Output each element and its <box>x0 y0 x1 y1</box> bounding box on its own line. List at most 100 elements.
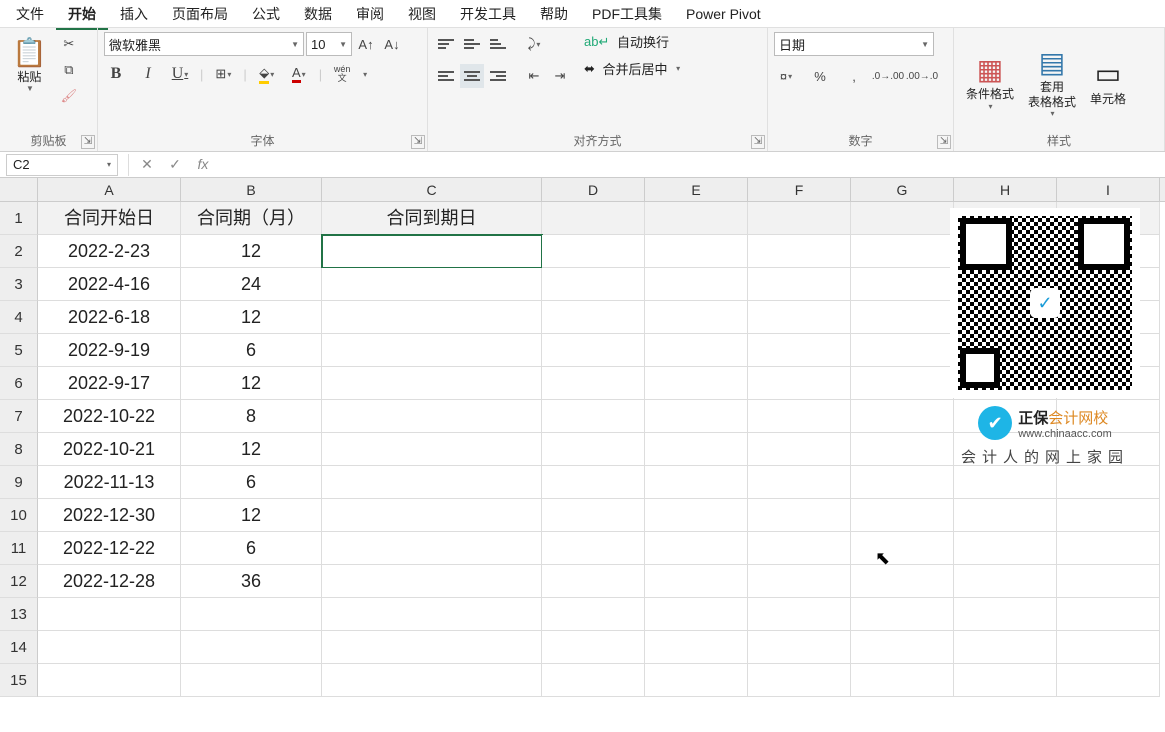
tab-pdf[interactable]: PDF工具集 <box>580 0 674 28</box>
cell[interactable] <box>645 664 748 697</box>
cell[interactable] <box>954 499 1057 532</box>
cell[interactable] <box>645 400 748 433</box>
cell[interactable] <box>645 598 748 631</box>
table-style-button[interactable]: ▤ 套用 表格格式 ▾ <box>1022 42 1082 120</box>
row-header[interactable]: 3 <box>0 268 38 301</box>
cell[interactable] <box>322 664 542 697</box>
row-header[interactable]: 10 <box>0 499 38 532</box>
cell[interactable] <box>322 565 542 598</box>
row-header[interactable]: 5 <box>0 334 38 367</box>
cell[interactable] <box>322 466 542 499</box>
tab-layout[interactable]: 页面布局 <box>160 0 240 28</box>
cell[interactable]: 2022-12-22 <box>38 532 181 565</box>
cell[interactable] <box>851 268 954 301</box>
cell[interactable] <box>181 598 322 631</box>
cell[interactable] <box>1057 202 1160 235</box>
increase-indent-button[interactable]: ⇥ <box>548 64 572 88</box>
cell[interactable] <box>748 202 851 235</box>
cell[interactable]: 12 <box>181 433 322 466</box>
cell[interactable] <box>954 532 1057 565</box>
bold-button[interactable]: B <box>104 62 128 86</box>
tab-formula[interactable]: 公式 <box>240 0 292 28</box>
cell[interactable] <box>542 202 645 235</box>
cell[interactable] <box>851 235 954 268</box>
align-left-button[interactable] <box>434 64 458 88</box>
cell[interactable]: 12 <box>181 367 322 400</box>
conditional-format-button[interactable]: ▦ 条件格式 ▾ <box>960 49 1020 112</box>
decrease-decimal-button[interactable]: .00→.0 <box>910 64 934 88</box>
cell[interactable] <box>645 565 748 598</box>
cell[interactable] <box>748 532 851 565</box>
cell[interactable]: 2022-9-19 <box>38 334 181 367</box>
cell[interactable]: 2022-12-28 <box>38 565 181 598</box>
cell[interactable]: 2022-10-21 <box>38 433 181 466</box>
tab-insert[interactable]: 插入 <box>108 0 160 28</box>
cell[interactable] <box>645 499 748 532</box>
cell[interactable] <box>645 235 748 268</box>
cell[interactable] <box>322 334 542 367</box>
cell[interactable] <box>954 400 1057 433</box>
wrap-text-button[interactable]: ab↵ 自动换行 <box>584 32 680 51</box>
align-middle-button[interactable] <box>460 32 484 56</box>
cell[interactable] <box>954 466 1057 499</box>
decrease-font-button[interactable]: A↓ <box>380 32 404 56</box>
format-painter-button[interactable]: 🖌 <box>57 84 81 108</box>
row-header[interactable]: 1 <box>0 202 38 235</box>
cell[interactable] <box>645 367 748 400</box>
cell[interactable]: 2022-2-23 <box>38 235 181 268</box>
cancel-formula-button[interactable]: ✕ <box>133 156 161 173</box>
cell[interactable] <box>645 301 748 334</box>
cell[interactable] <box>1057 367 1160 400</box>
cell[interactable] <box>322 235 542 268</box>
row-header[interactable]: 12 <box>0 565 38 598</box>
cell[interactable]: 2022-9-17 <box>38 367 181 400</box>
cell[interactable] <box>748 565 851 598</box>
decrease-indent-button[interactable]: ⇤ <box>522 64 546 88</box>
cell[interactable] <box>542 466 645 499</box>
cell[interactable] <box>1057 598 1160 631</box>
cell[interactable] <box>954 565 1057 598</box>
col-header-B[interactable]: B <box>181 178 322 201</box>
formula-input[interactable] <box>217 154 1165 176</box>
cell[interactable] <box>542 268 645 301</box>
cell[interactable]: 6 <box>181 466 322 499</box>
merge-center-button[interactable]: ⬌ 合并后居中 ▾ <box>584 59 680 78</box>
cell[interactable] <box>322 301 542 334</box>
cell[interactable] <box>851 631 954 664</box>
cell[interactable] <box>851 532 954 565</box>
cell[interactable]: 8 <box>181 400 322 433</box>
col-header-F[interactable]: F <box>748 178 851 201</box>
row-header[interactable]: 13 <box>0 598 38 631</box>
row-header[interactable]: 2 <box>0 235 38 268</box>
insert-function-button[interactable]: fx <box>189 156 217 174</box>
align-top-button[interactable] <box>434 32 458 56</box>
cell[interactable] <box>1057 334 1160 367</box>
cell[interactable] <box>322 532 542 565</box>
copy-button[interactable]: ⧉ <box>57 58 81 82</box>
cell[interactable] <box>851 499 954 532</box>
cell[interactable]: 24 <box>181 268 322 301</box>
cell[interactable] <box>748 466 851 499</box>
name-box[interactable]: C2▾ <box>6 154 118 176</box>
cell[interactable] <box>954 334 1057 367</box>
cell[interactable] <box>1057 466 1160 499</box>
tab-file[interactable]: 文件 <box>4 0 56 28</box>
cell[interactable] <box>542 664 645 697</box>
phonetic-button[interactable]: wén文 <box>330 62 354 86</box>
cell[interactable] <box>38 631 181 664</box>
cell[interactable] <box>322 631 542 664</box>
cell[interactable] <box>954 598 1057 631</box>
cell[interactable] <box>542 433 645 466</box>
cell[interactable] <box>322 433 542 466</box>
cell[interactable] <box>322 268 542 301</box>
font-size-combo[interactable]: 10▼ <box>306 32 352 56</box>
cell[interactable] <box>181 631 322 664</box>
cell[interactable]: 36 <box>181 565 322 598</box>
row-header[interactable]: 6 <box>0 367 38 400</box>
cell[interactable] <box>645 268 748 301</box>
cell[interactable] <box>542 532 645 565</box>
cell[interactable] <box>38 598 181 631</box>
tab-dev[interactable]: 开发工具 <box>448 0 528 28</box>
cell[interactable] <box>851 400 954 433</box>
cell[interactable] <box>954 631 1057 664</box>
